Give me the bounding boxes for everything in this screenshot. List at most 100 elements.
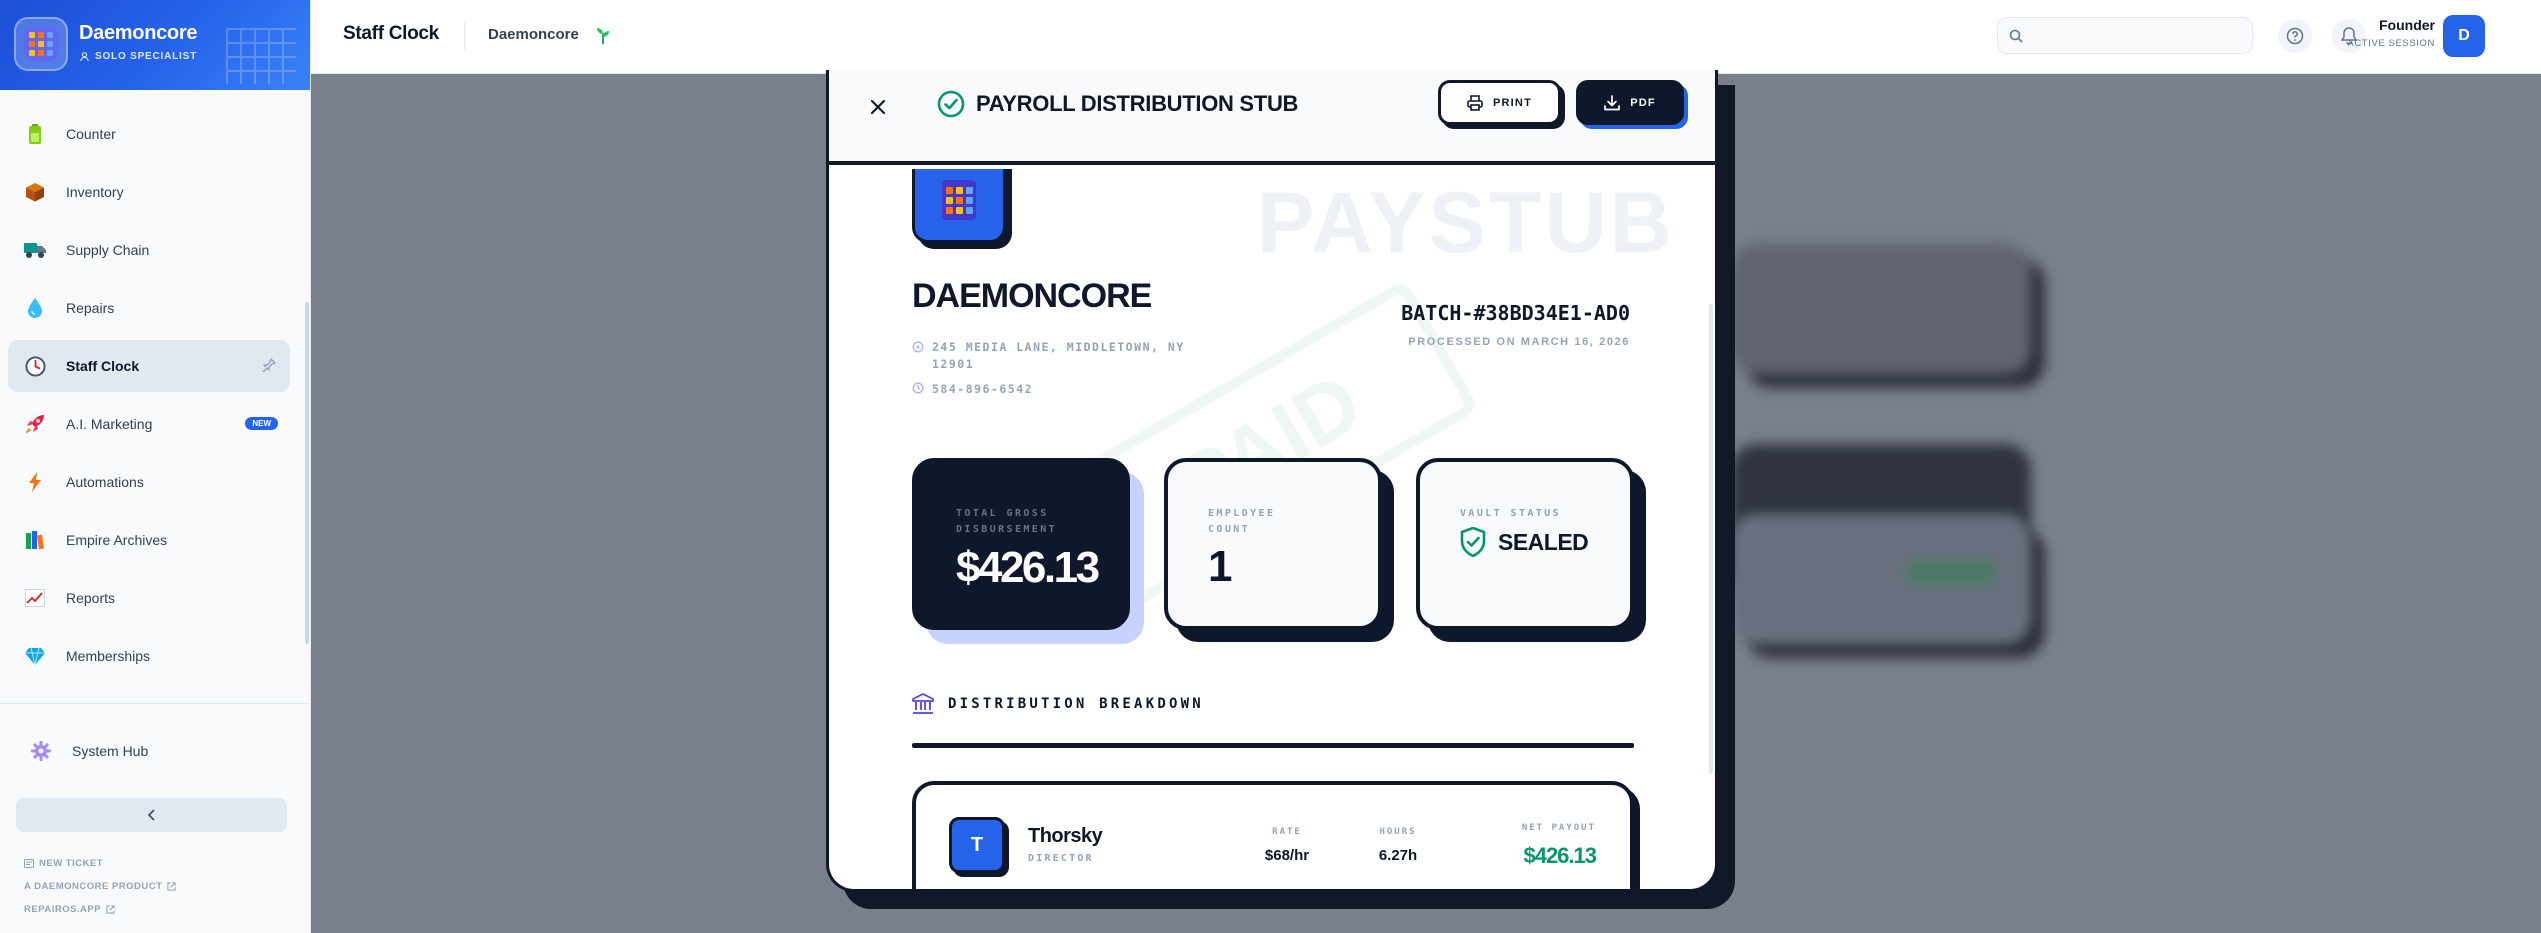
- chart-icon: [24, 587, 46, 609]
- sidebar-item-label: Repairs: [66, 300, 115, 316]
- modal-header: PAYROLL DISTRIBUTION STUB PRINT PDF: [829, 70, 1715, 165]
- location-icon: [912, 341, 924, 353]
- help-button[interactable]: [2278, 19, 2312, 53]
- download-icon: [1604, 94, 1621, 110]
- new-ticket-link[interactable]: NEW TICKET: [24, 858, 103, 869]
- net-payout-header: NET PAYOUT: [1521, 823, 1596, 833]
- product-label: A DAEMONCORE PRODUCT: [24, 881, 163, 892]
- address-text: 245 MEDIA LANE, MIDDLETOWN, NY 12901: [932, 340, 1185, 371]
- collapse-sidebar-button[interactable]: [16, 798, 287, 832]
- sidebar-item-ai-marketing[interactable]: A.I. Marketing NEW: [8, 398, 290, 450]
- shield-check-icon: [1460, 527, 1486, 557]
- site-label: REPAIROS.APP: [24, 904, 102, 915]
- phone-text: 584-896-6542: [932, 382, 1034, 396]
- modal-title: PAYROLL DISTRIBUTION STUB: [976, 91, 1299, 116]
- search-box[interactable]: [1997, 17, 2253, 54]
- brand-name: Daemoncore: [79, 22, 198, 44]
- vault-status-card: VAULT STATUS SEALED: [1416, 458, 1634, 630]
- rate-value: $68/hr: [1264, 847, 1310, 864]
- employee-row: T Thorsky DIRECTOR RATE $68/hr HOURS 6.2…: [912, 781, 1634, 889]
- sidebar-item-inventory[interactable]: Inventory: [8, 166, 290, 218]
- search-input[interactable]: [2030, 18, 2244, 53]
- company-phone: 584-896-6542: [912, 381, 1033, 398]
- help-icon: [2286, 27, 2304, 45]
- blurred-badge: [1906, 559, 1996, 585]
- sidebar-scrollbar[interactable]: [305, 302, 309, 644]
- topbar: Staff Clock Daemoncore Founder ACTIVE SE…: [311, 0, 2541, 74]
- sidebar-item-automations[interactable]: Automations: [8, 456, 290, 508]
- sidebar-divider: [0, 703, 311, 704]
- vault-status-row: SEALED: [1460, 527, 1589, 557]
- brand-logo-icon: [14, 17, 68, 71]
- net-payout-value: $426.13: [1523, 843, 1597, 868]
- lightning-icon: [24, 471, 46, 493]
- breakdown-divider: [912, 743, 1634, 748]
- droplet-icon: [24, 297, 46, 319]
- sidebar-item-staff-clock[interactable]: Staff Clock: [8, 340, 290, 392]
- site-link[interactable]: REPAIROS.APP: [24, 904, 115, 915]
- blurred-card: [1731, 244, 2031, 374]
- sidebar-item-label: Counter: [66, 126, 116, 142]
- sidebar-item-counter[interactable]: Counter: [8, 108, 290, 160]
- vault-status-label: VAULT STATUS: [1460, 508, 1562, 519]
- clock-icon: [912, 382, 924, 394]
- system-hub-label: System Hub: [72, 743, 149, 759]
- paystub-modal: PAYROLL DISTRIBUTION STUB PRINT PDF PAYS…: [826, 70, 1718, 892]
- company-address: 245 MEDIA LANE, MIDDLETOWN, NY 12901: [912, 339, 1222, 372]
- print-label: PRINT: [1493, 96, 1532, 109]
- package-icon: [24, 181, 46, 203]
- user-name: Founder: [2379, 17, 2435, 33]
- gross-label: TOTAL GROSS DISBURSEMENT: [956, 508, 1058, 535]
- product-link[interactable]: A DAEMONCORE PRODUCT: [24, 881, 177, 892]
- employee-count-label: EMPLOYEE COUNT: [1208, 508, 1276, 535]
- sidebar-item-memberships[interactable]: Memberships: [8, 630, 290, 682]
- sprout-icon: [596, 25, 610, 49]
- sidebar-item-empire-archives[interactable]: Empire Archives: [8, 514, 290, 566]
- sidebar-item-reports[interactable]: Reports: [8, 572, 290, 624]
- ticket-icon: [24, 859, 34, 868]
- pdf-label: PDF: [1630, 96, 1656, 109]
- sidebar-item-label: A.I. Marketing: [66, 416, 153, 432]
- sidebar-item-repairs[interactable]: Repairs: [8, 282, 290, 334]
- sidebar-item-label: Inventory: [66, 184, 124, 200]
- brand-header[interactable]: Daemoncore SOLO SPECIALIST: [0, 0, 310, 90]
- rate-header: RATE: [1272, 827, 1302, 837]
- external-link-icon: [167, 882, 177, 891]
- gem-icon: [24, 645, 46, 667]
- gross-value: $426.13: [956, 543, 1100, 592]
- print-button[interactable]: PRINT: [1438, 80, 1561, 125]
- sidebar-nav: Counter Inventory Supply Chain Repairs S…: [0, 108, 300, 688]
- close-button[interactable]: [865, 94, 891, 120]
- batch-id: BATCH-#38BD34E1-AD0: [1401, 301, 1630, 325]
- modal-body[interactable]: PAYSTUB PAID DAEMONCORE 245 MEDIA LANE, …: [829, 169, 1715, 889]
- external-link-icon: [106, 905, 115, 914]
- modal-scrollbar[interactable]: [1709, 304, 1713, 774]
- pdf-download-button[interactable]: PDF: [1576, 80, 1684, 125]
- new-badge: NEW: [245, 417, 278, 430]
- avatar[interactable]: D: [2443, 15, 2485, 57]
- sidebar-item-supply-chain[interactable]: Supply Chain: [8, 224, 290, 276]
- employee-role: DIRECTOR: [1028, 853, 1094, 864]
- pin-icon[interactable]: [262, 357, 276, 376]
- vault-status-value: SEALED: [1498, 528, 1589, 555]
- system-hub-link[interactable]: System Hub: [30, 740, 148, 762]
- sidebar-item-label: Empire Archives: [66, 532, 168, 548]
- sidebar-item-label: Automations: [66, 474, 144, 490]
- sidebar-item-label: Reports: [66, 590, 116, 606]
- brand-role-text: SOLO SPECIALIST: [95, 51, 198, 62]
- topbar-divider: [464, 22, 465, 50]
- gross-disbursement-card: TOTAL GROSS DISBURSEMENT $426.13: [912, 458, 1130, 630]
- page-title: Staff Clock: [343, 23, 439, 44]
- company-name: DAEMONCORE: [912, 277, 1152, 315]
- breakdown-heading: DISTRIBUTION BREAKDOWN: [912, 693, 1204, 715]
- books-icon: [24, 529, 46, 551]
- search-icon: [2009, 28, 2023, 47]
- session-status: ACTIVE SESSION: [2347, 38, 2435, 49]
- sidebar: Daemoncore SOLO SPECIALIST Counter Inven…: [0, 0, 311, 933]
- gear-icon: [30, 740, 52, 762]
- user-icon: [80, 51, 89, 61]
- employee-avatar: T: [949, 817, 1005, 873]
- bank-icon: [912, 693, 934, 714]
- sidebar-item-label: Memberships: [66, 648, 151, 664]
- breakdown-title: DISTRIBUTION BREAKDOWN: [948, 696, 1204, 712]
